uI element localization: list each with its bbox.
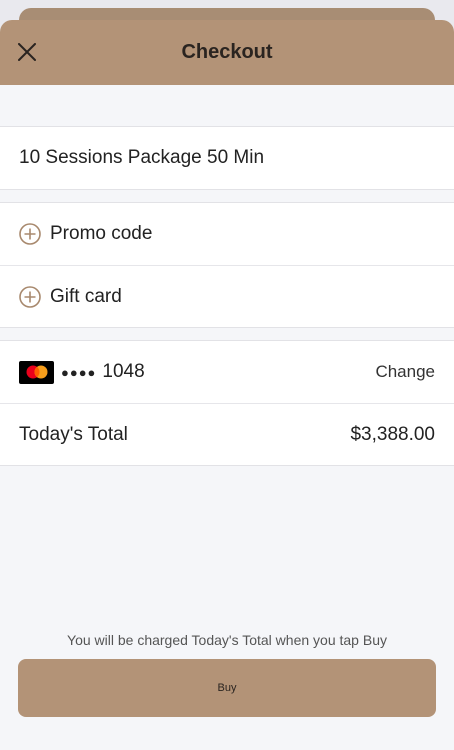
plus-circle-icon [19, 223, 41, 245]
promo-code-row[interactable]: Promo code [0, 203, 454, 265]
plus-circle-icon [19, 285, 41, 308]
page-title: Checkout [181, 41, 273, 63]
masked-card-dots: ●●●● [61, 364, 97, 380]
gift-card-label: Gift card [50, 285, 122, 307]
promo-code-label: Promo code [50, 223, 153, 244]
buy-button[interactable]: Buy [18, 659, 436, 717]
payment-section: ●●●● 1048 Change Today's Total $3,388.00 [0, 340, 454, 466]
mastercard-icon [19, 360, 54, 384]
product-row: 10 Sessions Package 50 Min [0, 127, 454, 189]
header: Checkout [0, 20, 454, 85]
close-button[interactable] [14, 39, 40, 65]
close-icon [18, 43, 36, 61]
card-last4: 1048 [102, 361, 145, 382]
payment-method-row: ●●●● 1048 Change [0, 341, 454, 403]
total-amount: $3,388.00 [350, 423, 435, 445]
product-section: 10 Sessions Package 50 Min [0, 126, 454, 190]
discount-section: Promo code Gift card [0, 202, 454, 328]
gift-card-row[interactable]: Gift card [0, 265, 454, 327]
total-label: Today's Total [19, 423, 128, 445]
product-name: 10 Sessions Package 50 Min [19, 147, 265, 168]
checkout-sheet: Checkout 10 Sessions Package 50 Min Prom… [0, 20, 454, 750]
total-row: Today's Total $3,388.00 [0, 403, 454, 465]
change-payment-button[interactable]: Change [375, 362, 435, 382]
charge-note: You will be charged Today's Total when y… [67, 632, 387, 648]
